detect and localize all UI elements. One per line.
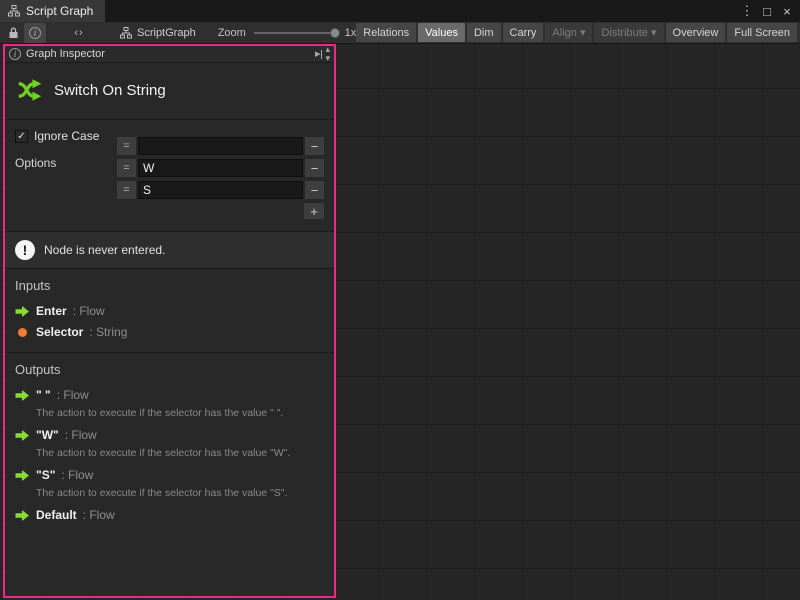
node-settings-section: ✓ Ignore Case Options = − = − =	[5, 120, 334, 232]
port-name: Enter	[36, 304, 67, 318]
align-dropdown[interactable]: Align ▾	[545, 23, 592, 42]
script-graph-icon	[120, 27, 132, 39]
distribute-dropdown[interactable]: Distribute ▾	[594, 23, 663, 42]
output-port-w: "W" : Flow	[15, 428, 324, 442]
warning-banner: ! Node is never entered.	[5, 232, 334, 269]
port-type: : Flow	[73, 304, 105, 318]
output-port-space: " " : Flow	[15, 388, 324, 402]
switch-icon	[15, 75, 45, 105]
option-value-input[interactable]	[138, 137, 303, 155]
close-icon[interactable]: ×	[778, 4, 796, 19]
zoom-label: Zoom	[218, 27, 246, 39]
output-port-s: "S" : Flow	[15, 468, 324, 482]
add-option-button[interactable]: +	[304, 203, 324, 219]
relations-button[interactable]: Relations	[356, 23, 416, 42]
remove-option-button[interactable]: −	[305, 137, 324, 155]
script-graph-icon	[8, 5, 20, 17]
ignore-case-label: Ignore Case	[34, 129, 99, 143]
port-type: : Flow	[61, 468, 93, 482]
zoom-slider[interactable]	[254, 27, 339, 39]
port-name: Selector	[36, 325, 83, 339]
info-icon: i	[9, 48, 21, 60]
outputs-section: Outputs " " : Flow The action to execute…	[5, 353, 334, 535]
zoom-slider-track	[254, 32, 339, 34]
output-port-default: Default : Flow	[15, 508, 324, 522]
option-value-input[interactable]	[138, 159, 303, 177]
graph-inspector-panel: i Graph Inspector ▸ ▴ ▾ Switch On String	[3, 44, 336, 598]
flow-port-icon	[15, 430, 30, 441]
maximize-icon[interactable]: □	[758, 4, 776, 19]
ignore-case-checkbox[interactable]: ✓	[15, 130, 28, 143]
port-type: : Flow	[83, 508, 115, 522]
outputs-heading: Outputs	[15, 362, 324, 377]
input-port-selector: Selector : String	[15, 325, 324, 339]
inputs-heading: Inputs	[15, 278, 324, 293]
port-type: : Flow	[65, 428, 97, 442]
overview-button[interactable]: Overview	[666, 23, 726, 42]
warning-text: Node is never entered.	[44, 243, 165, 257]
inspector-title: Graph Inspector	[26, 48, 105, 60]
inspector-node-title-section: Switch On String	[5, 63, 334, 120]
window-tab-bar: Script Graph ⋮ □ ×	[0, 0, 800, 22]
fullscreen-button[interactable]: Full Screen	[727, 23, 797, 42]
edit-script-button[interactable]: ‹›	[68, 23, 90, 43]
zoom-slider-knob[interactable]	[330, 28, 340, 38]
inspector-node-title: Switch On String	[54, 82, 166, 99]
warning-icon: !	[15, 240, 35, 260]
values-button[interactable]: Values	[418, 23, 465, 42]
tab-script-graph[interactable]: Script Graph	[0, 0, 105, 22]
options-list: = − = − = − +	[117, 129, 324, 219]
port-type: : String	[89, 325, 127, 339]
dock-icon[interactable]: ▸	[315, 50, 323, 59]
drag-handle-icon[interactable]: =	[117, 159, 136, 177]
input-port-enter: Enter : Flow	[15, 304, 324, 318]
port-name: Default	[36, 508, 77, 522]
scroll-down-icon[interactable]: ▾	[325, 54, 330, 63]
string-port-icon	[18, 328, 27, 337]
inspector-header: i Graph Inspector ▸ ▴ ▾	[5, 46, 334, 63]
port-name: "S"	[36, 468, 55, 482]
zoom-value: 1x	[345, 27, 357, 39]
graph-breadcrumb[interactable]: ScriptGraph	[120, 27, 196, 39]
port-type: : Flow	[57, 388, 89, 402]
dim-button[interactable]: Dim	[467, 23, 501, 42]
window-menu-icon[interactable]: ⋮	[738, 3, 756, 19]
drag-handle-icon[interactable]: =	[117, 181, 136, 199]
inputs-section: Inputs Enter : Flow Selector : String	[5, 269, 334, 353]
window-controls: ⋮ □ ×	[738, 0, 800, 22]
option-row: = −	[117, 181, 324, 199]
port-description: The action to execute if the selector ha…	[36, 487, 324, 499]
graph-breadcrumb-label: ScriptGraph	[137, 27, 196, 39]
port-name: "W"	[36, 428, 59, 442]
tab-label: Script Graph	[26, 4, 93, 18]
lock-icon	[8, 27, 19, 39]
inspector-toggle-button[interactable]: i	[24, 23, 46, 43]
carry-button[interactable]: Carry	[503, 23, 544, 42]
port-description: The action to execute if the selector ha…	[36, 407, 324, 419]
toolbar-button-group: Relations Values Dim Carry Align ▾ Distr…	[356, 23, 798, 42]
flow-port-icon	[15, 510, 30, 521]
option-row: = −	[117, 137, 324, 155]
flow-port-icon	[15, 470, 30, 481]
options-label: Options	[15, 156, 117, 170]
info-icon: i	[29, 27, 41, 39]
remove-option-button[interactable]: −	[305, 159, 324, 177]
flow-port-icon	[15, 390, 30, 401]
port-description: The action to execute if the selector ha…	[36, 447, 324, 459]
drag-handle-icon[interactable]: =	[117, 137, 136, 155]
graph-toolbar: i ‹› ScriptGraph Zoom 1x Relations Value…	[0, 22, 800, 44]
option-row: = −	[117, 159, 324, 177]
lock-button[interactable]	[2, 23, 24, 43]
flow-port-icon	[15, 306, 30, 317]
option-value-input[interactable]	[138, 181, 303, 199]
remove-option-button[interactable]: −	[305, 181, 324, 199]
port-name: " "	[36, 388, 51, 402]
